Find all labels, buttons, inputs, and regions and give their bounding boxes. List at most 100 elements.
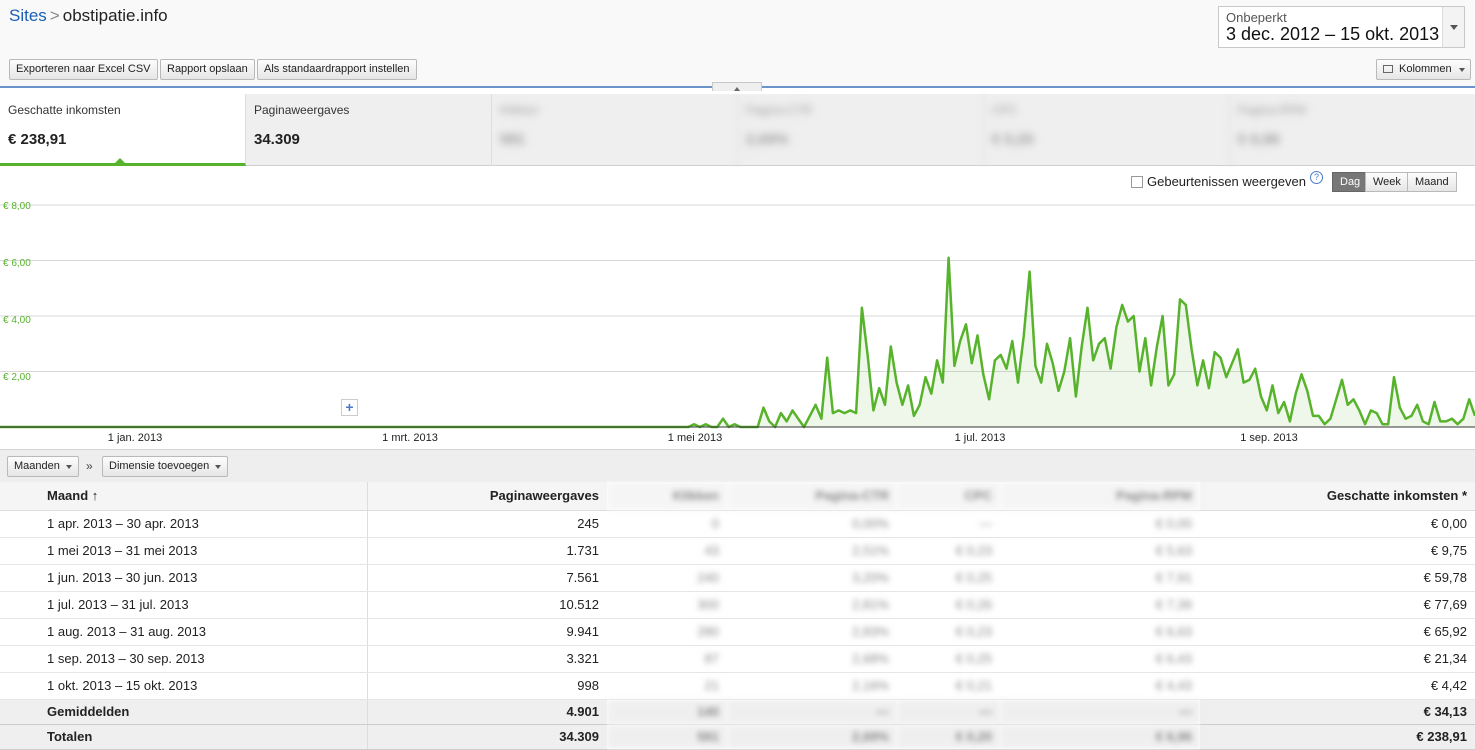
y-tick-label: € 6,00 <box>3 258 31 269</box>
cell-cpc: € 0,21 <box>897 672 1000 700</box>
cell-earnings: € 21,34 <box>1200 645 1475 673</box>
export-csv-button[interactable]: Exporteren naar Excel CSV <box>9 59 158 80</box>
tab-value: 34.309 <box>254 131 300 148</box>
y-tick-label: € 8,00 <box>3 201 31 212</box>
add-dimension-dropdown[interactable]: Dimensie toevoegen <box>102 456 229 477</box>
set-default-report-button[interactable]: Als standaardrapport instellen <box>257 59 417 80</box>
cell-ctr: 2,81% <box>727 591 897 619</box>
columns-button[interactable]: Kolommen <box>1376 59 1471 80</box>
cell-month: 1 jun. 2013 – 30 jun. 2013 <box>0 564 368 592</box>
cell-ctr: — <box>727 699 897 725</box>
total-row: Totalen 34.309 581 2,69% € 0,20 € 6,96 € 238,9… <box>0 724 1475 750</box>
col-ctr-header[interactable]: Pagina-CTR <box>727 482 897 511</box>
table-row: 1 jun. 2013 – 30 jun. 2013 7.561 240 3,20% €… <box>0 564 1475 592</box>
cell-earnings: € 59,78 <box>1200 564 1475 592</box>
cell-cpc: — <box>897 510 1000 538</box>
x-tick-label: 1 mrt. 2013 <box>382 432 438 444</box>
cell-rpm: € 7,91 <box>1000 564 1200 592</box>
tab-cpc[interactable]: CPC € 0,20 <box>984 94 1230 166</box>
tab-label: Klikken <box>500 103 539 117</box>
tab-estimated-earnings[interactable]: Geschatte inkomsten € 238,91 <box>0 94 246 166</box>
x-tick-label: 1 sep. 2013 <box>1240 432 1298 444</box>
cell-month: 1 apr. 2013 – 30 apr. 2013 <box>0 510 368 538</box>
header-bar: Sites > obstipatie.info Onbeperkt 3 dec. 2… <box>0 0 1475 91</box>
granularity-month-button[interactable]: Maand <box>1407 172 1457 192</box>
tab-value: 581 <box>500 131 526 148</box>
cell-ctr: 2,51% <box>727 537 897 565</box>
granularity-week-button[interactable]: Week <box>1365 172 1409 192</box>
cell-ctr: 2,68% <box>727 645 897 673</box>
cell-ctr: 2,16% <box>727 672 897 700</box>
events-label: Gebeurtenissen weergeven <box>1147 174 1306 189</box>
col-month-header[interactable]: Maand ↑ <box>0 482 368 511</box>
cell-cpc: € 0,23 <box>897 618 1000 646</box>
cell-clicks: 140 <box>607 699 727 725</box>
cell-ctr: 0,00% <box>727 510 897 538</box>
cell-pageviews: 4.901 <box>367 699 607 725</box>
events-checkbox[interactable] <box>1131 175 1143 188</box>
tab-page-rpm[interactable]: Pagina-RPM € 6,96 <box>1230 94 1475 166</box>
col-clicks-header[interactable]: Klikken <box>607 482 727 511</box>
chevron-down-icon[interactable] <box>1442 7 1464 47</box>
y-tick-label: € 2,00 <box>3 372 31 383</box>
cell-pageviews: 10.512 <box>367 591 607 619</box>
cell-earnings: € 9,75 <box>1200 537 1475 565</box>
col-rpm-header[interactable]: Pagina-RPM <box>1000 482 1200 511</box>
collapse-toggle[interactable] <box>712 82 762 91</box>
help-icon[interactable]: ? <box>1310 171 1323 184</box>
breadcrumb-separator: > <box>49 6 60 25</box>
chevron-down-icon <box>1458 68 1465 75</box>
cell-month: Gemiddelden <box>0 699 368 725</box>
cell-clicks: 43 <box>607 537 727 565</box>
table-row: 1 sep. 2013 – 30 sep. 2013 3.321 87 2,68% € … <box>0 645 1475 673</box>
granularity-day-button[interactable]: Dag <box>1332 172 1369 192</box>
cell-earnings: € 34,13 <box>1200 699 1475 725</box>
cell-month: 1 aug. 2013 – 31 aug. 2013 <box>0 618 368 646</box>
cell-ctr: 2,83% <box>727 618 897 646</box>
table-row: 1 aug. 2013 – 31 aug. 2013 9.941 280 2,83% €… <box>0 618 1475 646</box>
dimension-dropdown[interactable]: Maanden <box>7 456 79 477</box>
cell-rpm: — <box>1000 699 1200 725</box>
cell-rpm: € 7,39 <box>1000 591 1200 619</box>
cell-pageviews: 245 <box>367 510 607 538</box>
col-earnings-header[interactable]: Geschatte inkomsten * <box>1200 482 1475 511</box>
table-row: 1 mei 2013 – 31 mei 2013 1.731 43 2,51% € 0,… <box>0 537 1475 565</box>
report-table: Maand ↑ Paginaweergaves Klikken Pagina-C… <box>0 482 1475 750</box>
cell-cpc: € 0,26 <box>897 591 1000 619</box>
y-tick-label: € 4,00 <box>3 315 31 326</box>
cell-clicks: 300 <box>607 591 727 619</box>
x-tick-label: 1 jan. 2013 <box>107 432 163 444</box>
cell-earnings: € 238,91 <box>1200 724 1475 750</box>
col-cpc-header[interactable]: CPC <box>897 482 1000 511</box>
save-report-button[interactable]: Rapport opslaan <box>160 59 255 80</box>
tab-page-ctr[interactable]: Pagina-CTR 2,69% <box>738 94 984 166</box>
events-toggle[interactable]: Gebeurtenissen weergeven ? <box>1131 171 1323 189</box>
tab-clicks[interactable]: Klikken 581 <box>492 94 738 166</box>
cell-rpm: € 0,00 <box>1000 510 1200 538</box>
date-range-label: Onbeperkt <box>1226 10 1287 25</box>
cell-clicks: 0 <box>607 510 727 538</box>
cell-earnings: € 0,00 <box>1200 510 1475 538</box>
cell-pageviews: 1.731 <box>367 537 607 565</box>
date-range-picker[interactable]: Onbeperkt 3 dec. 2012 – 15 okt. 2013 <box>1218 6 1465 48</box>
cell-rpm: € 6,63 <box>1000 618 1200 646</box>
cell-rpm: € 4,43 <box>1000 672 1200 700</box>
cell-clicks: 581 <box>607 724 727 750</box>
cell-cpc: € 0,23 <box>897 537 1000 565</box>
cell-cpc: — <box>897 699 1000 725</box>
columns-label: Kolommen <box>1399 63 1452 75</box>
columns-icon <box>1383 65 1393 73</box>
tab-page-views[interactable]: Paginaweergaves 34.309 <box>246 94 492 166</box>
col-pageviews-header[interactable]: Paginaweergaves <box>367 482 607 511</box>
sites-link[interactable]: Sites <box>9 6 47 25</box>
table-toolbar: Maanden » Dimensie toevoegen <box>0 449 1475 482</box>
add-annotation-icon[interactable]: + <box>341 399 358 416</box>
breadcrumb: Sites > obstipatie.info <box>9 6 168 26</box>
cell-cpc: € 0,25 <box>897 645 1000 673</box>
tab-label: Paginaweergaves <box>254 103 350 117</box>
x-tick-label: 1 mei 2013 <box>667 432 723 444</box>
active-tab-indicator <box>114 152 126 164</box>
tab-value: € 6,96 <box>1238 131 1280 148</box>
cell-clicks: 87 <box>607 645 727 673</box>
cell-pageviews: 9.941 <box>367 618 607 646</box>
